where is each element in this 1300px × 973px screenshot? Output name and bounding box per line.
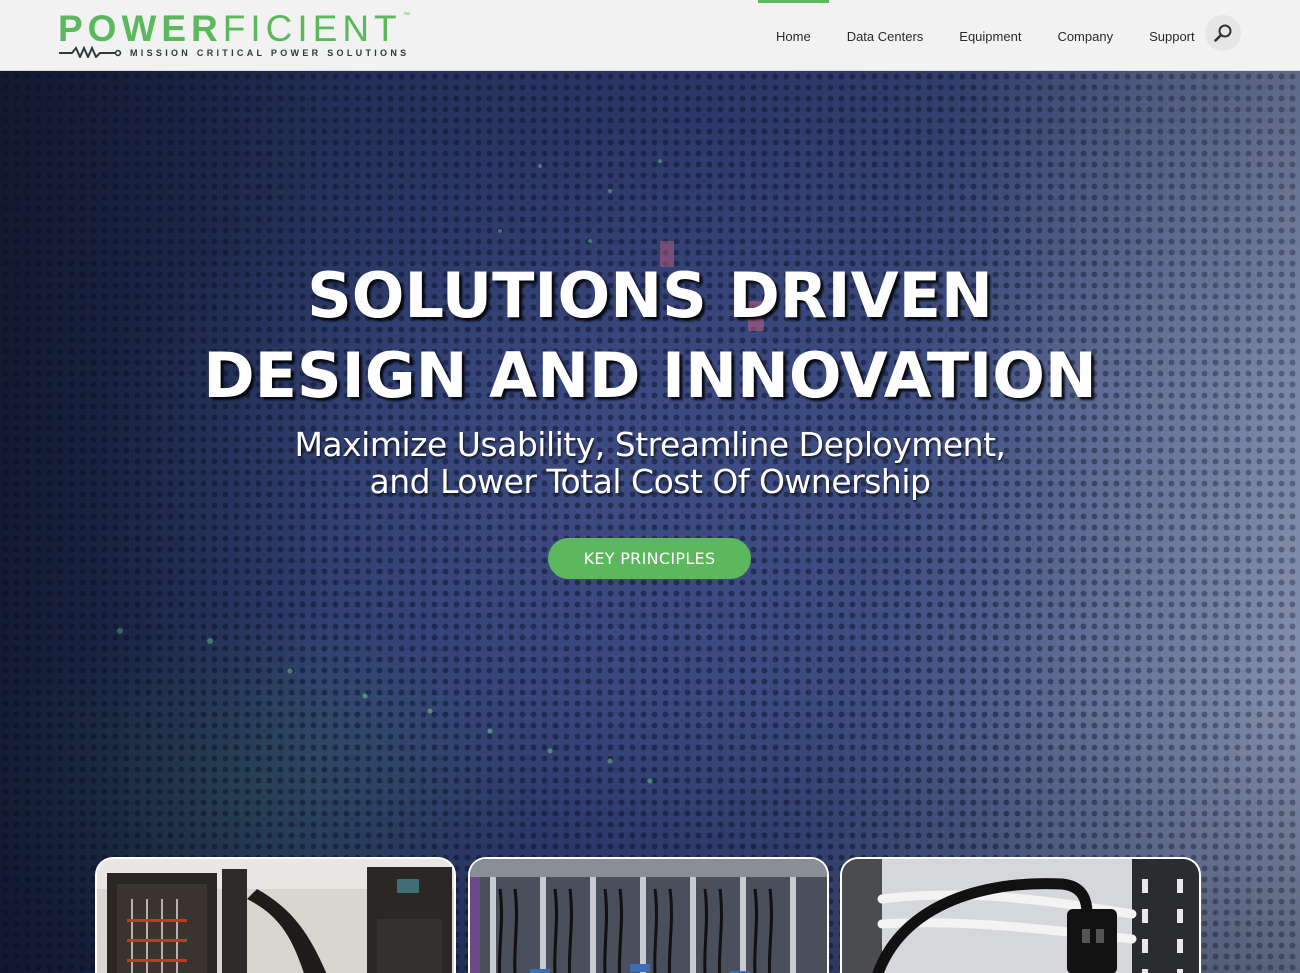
key-principles-button[interactable]: KEY PRINCIPLES <box>548 538 751 579</box>
trademark-symbol: ™ <box>403 12 410 19</box>
nav-item-data-centers[interactable]: Data Centers <box>829 0 942 71</box>
server-rack-cabling-photo <box>470 859 827 973</box>
nav-item-support[interactable]: Support <box>1131 0 1213 71</box>
hero-subtitle: Maximize Usability, Streamline Deploymen… <box>0 426 1300 500</box>
hero-overlay <box>0 71 1300 973</box>
logo-name-light: FICIENT <box>222 8 402 49</box>
search-icon <box>1214 24 1232 42</box>
power-cord-outlet-photo <box>842 859 1199 973</box>
main-nav: Home Data Centers Equipment Company Supp… <box>758 0 1213 71</box>
hero-title-line-1: SOLUTIONS DRIVEN <box>307 259 993 332</box>
nav-item-equipment[interactable]: Equipment <box>941 0 1039 71</box>
brand-logo[interactable]: POWERFICIENT ™ MISSION CRITICAL POWER SO… <box>58 10 418 62</box>
logo-wordmark: POWERFICIENT <box>58 10 402 48</box>
hero-subtitle-line-2: and Lower Total Cost Of Ownership <box>369 462 931 501</box>
nav-item-company[interactable]: Company <box>1039 0 1131 71</box>
logo-name-bold: POWER <box>58 8 223 49</box>
power-cabinet-photo <box>97 859 454 973</box>
feature-card-server-rack[interactable] <box>468 857 829 973</box>
feature-card-power-cabinet[interactable] <box>95 857 456 973</box>
resistor-wave-icon <box>59 46 122 58</box>
hero-subtitle-line-1: Maximize Usability, Streamline Deploymen… <box>294 425 1006 464</box>
hero-banner: SOLUTIONS DRIVEN DESIGN AND INNOVATION M… <box>0 71 1300 973</box>
nav-item-home[interactable]: Home <box>758 0 829 71</box>
hero-title: SOLUTIONS DRIVEN DESIGN AND INNOVATION <box>0 256 1300 416</box>
search-button[interactable] <box>1205 15 1241 51</box>
hero-title-line-2: DESIGN AND INNOVATION <box>203 339 1097 412</box>
feature-card-power-cord[interactable] <box>840 857 1201 973</box>
logo-tagline: MISSION CRITICAL POWER SOLUTIONS <box>130 48 410 58</box>
site-header: POWERFICIENT ™ MISSION CRITICAL POWER SO… <box>0 0 1300 71</box>
